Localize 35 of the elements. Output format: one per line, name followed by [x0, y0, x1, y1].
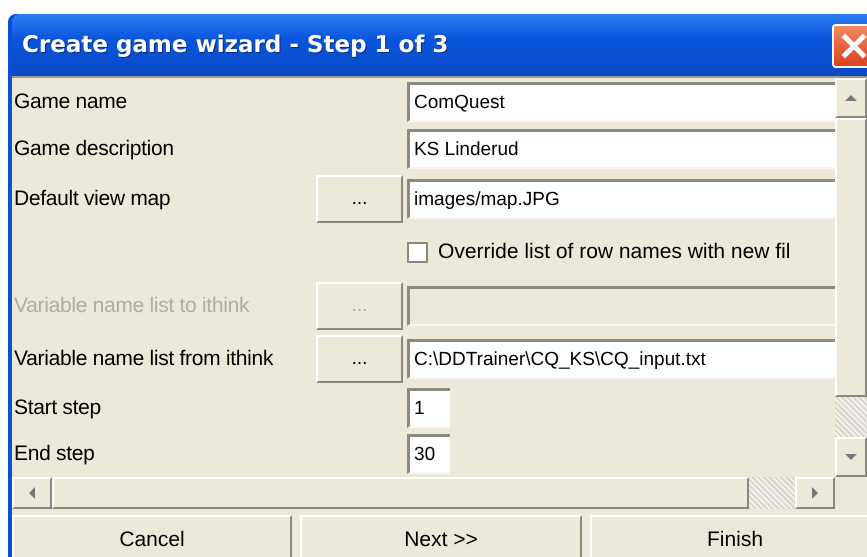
window-title: Create game wizard - Step 1 of 3	[22, 32, 448, 58]
close-button[interactable]	[832, 24, 867, 68]
input-field[interactable]: C:\DDTrainer\CQ_KS\CQ_input.txt	[407, 338, 835, 378]
close-icon	[840, 32, 867, 60]
field-label: Default view map	[13, 186, 172, 210]
input-field[interactable]: KS Linderud	[407, 128, 835, 168]
checkbox-label: Override list of row names with new fil	[438, 240, 790, 264]
vertical-scrollbar[interactable]	[835, 78, 867, 477]
horizontal-scrollbar[interactable]	[12, 477, 835, 509]
field-label: Variable name list to ithink	[13, 294, 250, 318]
scroll-down-button[interactable]	[835, 437, 867, 477]
checkbox[interactable]	[407, 242, 428, 262]
scroll-thumb[interactable]	[835, 118, 867, 397]
scroll-thumb[interactable]	[52, 477, 749, 509]
browse-button[interactable]: ...	[316, 334, 403, 382]
down-arrow-icon	[844, 453, 858, 461]
field-label: Game name	[13, 90, 128, 114]
dialog-button[interactable]: Cancel	[12, 515, 292, 557]
field-label: Start step	[13, 396, 102, 420]
field-label: End step	[13, 442, 96, 466]
browse-button[interactable]: ...	[316, 174, 403, 222]
scroll-right-button[interactable]	[795, 477, 835, 509]
scroll-left-button[interactable]	[12, 477, 52, 509]
input-field[interactable]: ComQuest	[407, 82, 835, 122]
up-arrow-icon	[844, 94, 858, 102]
field-label: Variable name list from ithink	[13, 346, 274, 370]
input-field[interactable]: 30	[407, 434, 450, 474]
input-field[interactable]: 1	[407, 388, 450, 428]
dialog-button[interactable]: Finish	[590, 515, 867, 557]
right-arrow-icon	[811, 486, 819, 500]
scroll-up-button[interactable]	[835, 78, 867, 118]
left-arrow-icon	[28, 486, 36, 500]
field-label: Game description	[13, 136, 175, 160]
input-field[interactable]: images/map.JPG	[407, 178, 835, 218]
dialog-button[interactable]: Next >>	[300, 515, 582, 557]
